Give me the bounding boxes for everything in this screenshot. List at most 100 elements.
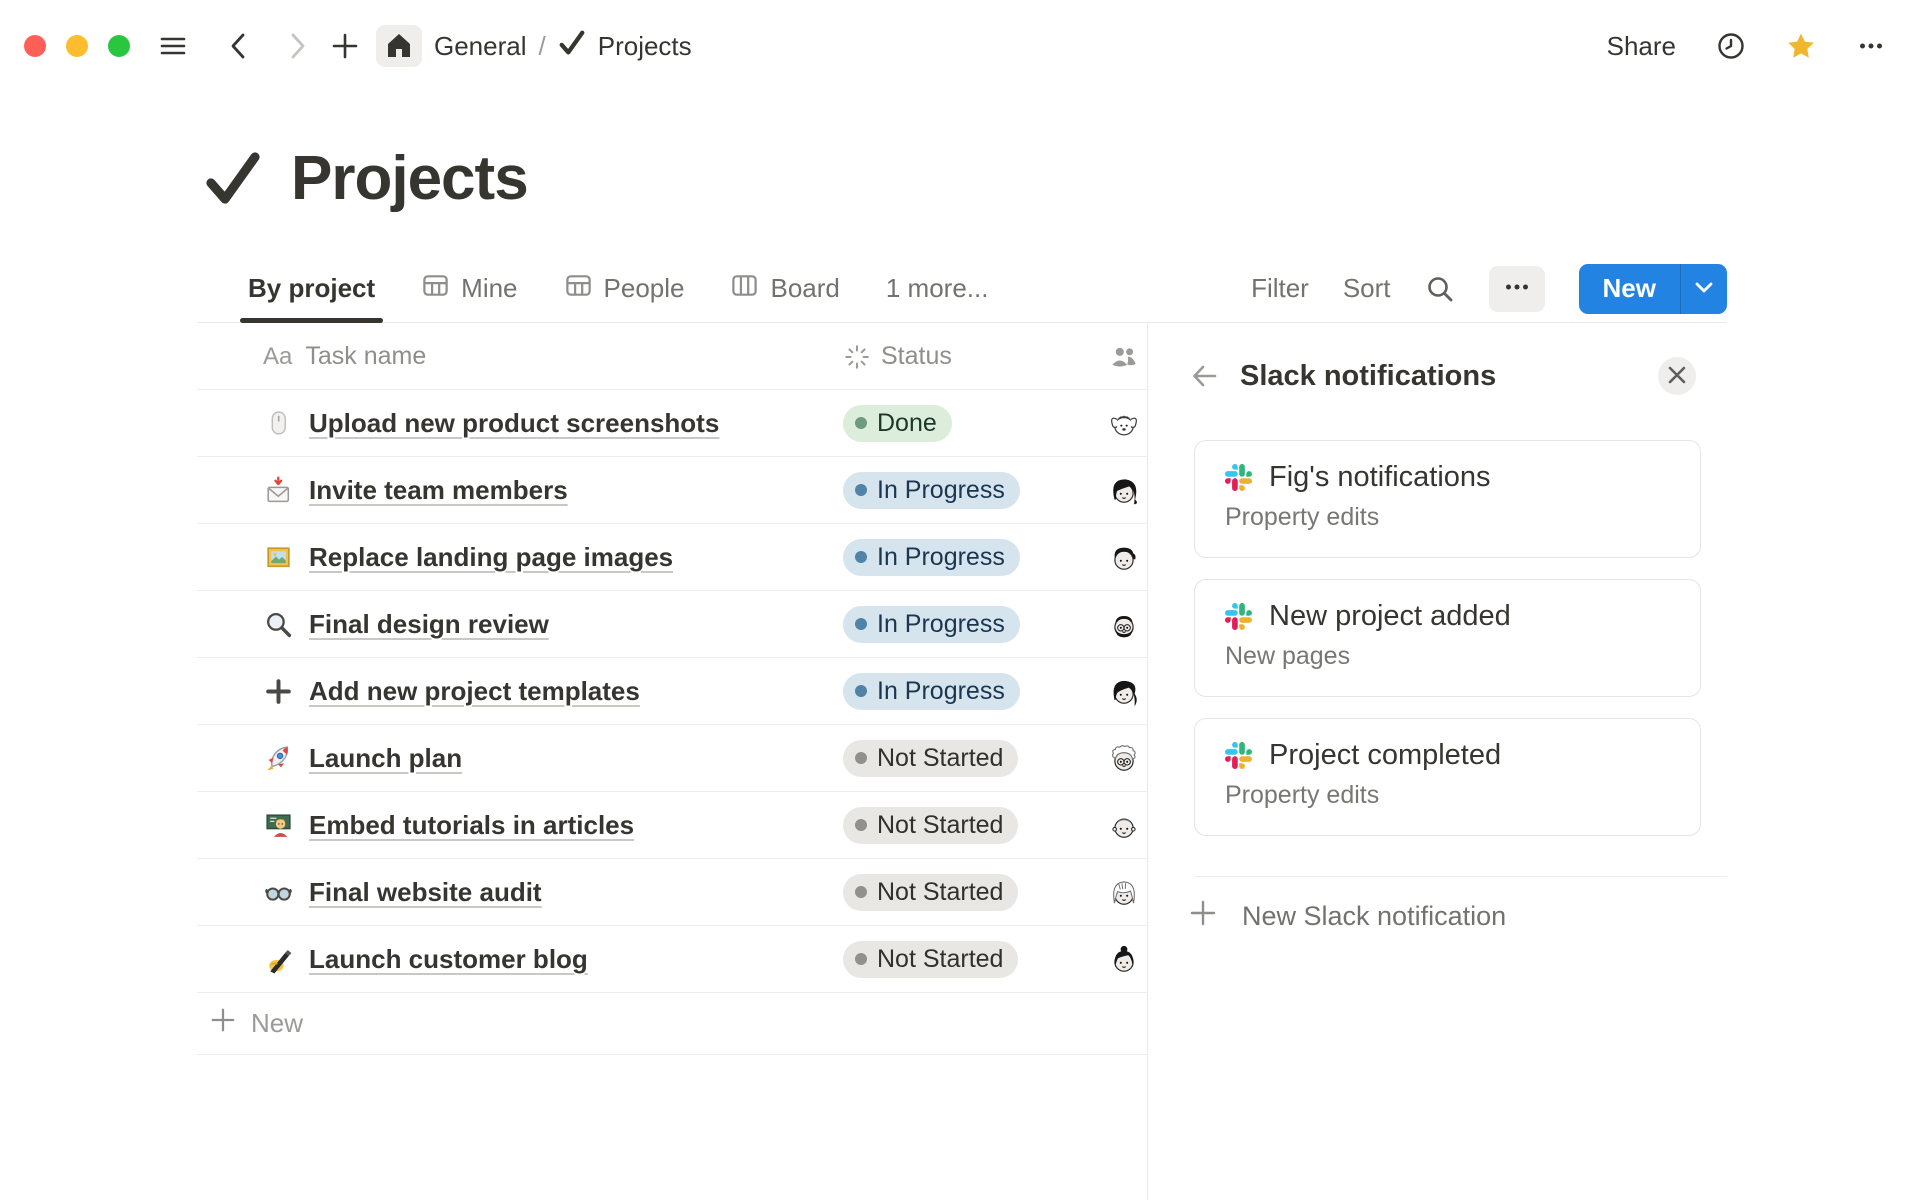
share-button[interactable]: Share	[1607, 31, 1676, 62]
breadcrumb-page[interactable]: Projects	[598, 31, 692, 62]
zoom-window-button[interactable]	[108, 35, 130, 57]
updates-button[interactable]	[1716, 31, 1746, 61]
picture-icon	[263, 542, 294, 573]
status-cell: Not Started	[843, 874, 1101, 911]
status-cell: Not Started	[843, 807, 1101, 844]
task-name-link[interactable]: Launch customer blog	[309, 944, 588, 975]
task-name-link[interactable]: Replace landing page images	[309, 542, 673, 573]
back-button[interactable]	[224, 31, 254, 61]
avatar-woman-ponytail[interactable]	[1106, 673, 1142, 709]
forward-button[interactable]	[282, 31, 312, 61]
notification-card[interactable]: Fig's notifications Property edits	[1194, 440, 1701, 558]
window-topbar: General / Projects Share	[0, 0, 1920, 92]
sidebar-menu-button[interactable]	[158, 31, 188, 61]
column-label: Task name	[305, 342, 426, 371]
more-options-button[interactable]	[1856, 31, 1886, 61]
new-task-row[interactable]: New	[197, 993, 1147, 1055]
new-slack-notification-button[interactable]: New Slack notification	[1188, 880, 1506, 952]
status-badge[interactable]: Not Started	[843, 874, 1018, 911]
table-row[interactable]: Replace landing page images In Progress	[197, 524, 1147, 591]
status-label: In Progress	[877, 677, 1005, 706]
task-name-link[interactable]: Final design review	[309, 609, 549, 640]
task-name-link[interactable]: Add new project templates	[309, 676, 640, 707]
table-row[interactable]: Upload new product screenshots Done	[197, 390, 1147, 457]
task-name-link[interactable]: Upload new product screenshots	[309, 408, 719, 439]
people-cell	[1101, 874, 1147, 910]
search-button[interactable]	[1425, 274, 1455, 304]
status-property-icon	[843, 343, 871, 371]
home-icon	[384, 31, 414, 61]
hamburger-icon	[158, 31, 188, 61]
status-cell: In Progress	[843, 472, 1101, 509]
page-title[interactable]: Projects	[291, 143, 528, 214]
task-name-link[interactable]: Final website audit	[309, 877, 542, 908]
view-options-button[interactable]	[1489, 266, 1545, 312]
avatar-dog[interactable]	[1106, 405, 1142, 441]
plus-icon	[330, 31, 360, 61]
avatar-person-curly-glasses[interactable]	[1106, 740, 1142, 776]
avatar-man-bald[interactable]	[1106, 807, 1142, 843]
favorite-button[interactable]	[1786, 31, 1816, 61]
table-row[interactable]: Launch customer blog Not Started	[197, 926, 1147, 993]
home-button[interactable]	[376, 25, 422, 67]
status-badge[interactable]: In Progress	[843, 539, 1020, 576]
arrow-left-icon	[1188, 360, 1220, 392]
column-header-people[interactable]	[1101, 343, 1147, 371]
status-dot-icon	[855, 618, 867, 630]
new-button[interactable]: New	[1579, 264, 1680, 314]
avatar-woman-bob[interactable]	[1106, 472, 1142, 508]
plus-icon	[263, 676, 294, 707]
avatar-woman-bun[interactable]	[1106, 941, 1142, 977]
notification-card[interactable]: Project completed Property edits	[1194, 718, 1701, 836]
column-header-task-name[interactable]: Aa Task name	[197, 342, 843, 371]
new-dropdown-button[interactable]	[1680, 264, 1727, 314]
card-subtitle: Property edits	[1225, 503, 1674, 532]
breadcrumb-root[interactable]: General	[434, 31, 527, 62]
table-row[interactable]: Add new project templates In Progress	[197, 658, 1147, 725]
new-page-button[interactable]	[330, 31, 360, 61]
notification-card[interactable]: New project added New pages	[1194, 579, 1701, 697]
table-row[interactable]: Invite team members In Progress	[197, 457, 1147, 524]
table-row[interactable]: Launch plan Not Started	[197, 725, 1147, 792]
slack-notifications-panel: Slack notifications Fig's notifications …	[1148, 324, 1920, 1200]
view-tab-people[interactable]: People	[564, 255, 685, 322]
slack-icon	[1225, 464, 1252, 491]
tab-label: By project	[248, 273, 375, 304]
status-badge[interactable]: Not Started	[843, 941, 1018, 978]
minimize-window-button[interactable]	[66, 35, 88, 57]
card-header: Fig's notifications	[1225, 461, 1674, 494]
tab-label: 1 more...	[886, 273, 989, 304]
status-badge[interactable]: In Progress	[843, 673, 1020, 710]
task-name-link[interactable]: Embed tutorials in articles	[309, 810, 634, 841]
status-badge[interactable]: Not Started	[843, 807, 1018, 844]
board-icon	[730, 271, 759, 307]
status-badge[interactable]: Not Started	[843, 740, 1018, 777]
panel-close-button[interactable]	[1658, 357, 1696, 395]
status-badge[interactable]: Done	[843, 405, 952, 442]
people-icon	[1110, 343, 1138, 371]
task-name-link[interactable]: Invite team members	[309, 475, 568, 506]
filter-button[interactable]: Filter	[1251, 273, 1309, 304]
sort-button[interactable]: Sort	[1343, 273, 1391, 304]
view-tab-by-project[interactable]: By project	[248, 255, 375, 322]
view-tab-1-more-[interactable]: 1 more...	[886, 255, 989, 322]
task-cell: Launch plan	[197, 743, 843, 774]
table-row[interactable]: Final website audit Not Started	[197, 859, 1147, 926]
task-name-link[interactable]: Launch plan	[309, 743, 462, 774]
avatar-woman-bangs[interactable]	[1106, 874, 1142, 910]
panel-back-button[interactable]	[1188, 360, 1220, 392]
avatar-man-curly[interactable]	[1106, 539, 1142, 575]
close-window-button[interactable]	[24, 35, 46, 57]
status-badge[interactable]: In Progress	[843, 472, 1020, 509]
table-row[interactable]: Final design review In Progress	[197, 591, 1147, 658]
avatar-man-beard-glasses[interactable]	[1106, 606, 1142, 642]
table-header-row: Aa Task name Status	[197, 324, 1147, 390]
slack-icon	[1225, 742, 1252, 769]
table-row[interactable]: Embed tutorials in articles Not Started	[197, 792, 1147, 859]
status-badge[interactable]: In Progress	[843, 606, 1020, 643]
view-tab-board[interactable]: Board	[730, 255, 839, 322]
view-tab-mine[interactable]: Mine	[421, 255, 517, 322]
column-header-status[interactable]: Status	[843, 342, 1101, 371]
status-cell: In Progress	[843, 673, 1101, 710]
people-cell	[1101, 606, 1147, 642]
